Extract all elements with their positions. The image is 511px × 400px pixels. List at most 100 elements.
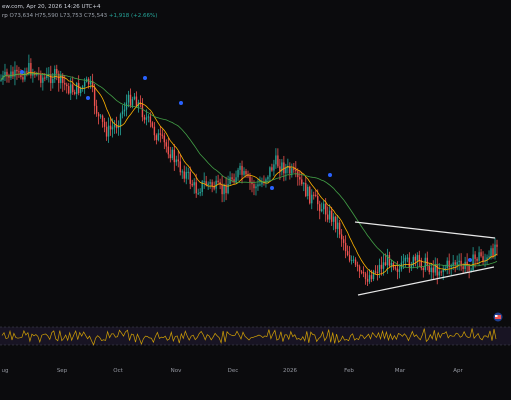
candle-body [326,214,329,220]
candle-body [368,275,371,282]
signal-marker [86,96,90,100]
candle-body [490,248,492,257]
candle-body [360,271,363,273]
candle-body [125,102,128,110]
candle-body [271,167,273,171]
candle-body [340,234,343,240]
candle-body [319,204,321,212]
candle-body [478,252,480,261]
candle-body [358,266,361,272]
candle [147,114,150,123]
candle [243,167,245,177]
candle [169,146,172,163]
candle [323,200,325,215]
candle-body [269,167,271,177]
candle [34,70,36,78]
candle [311,189,313,210]
candle [235,170,237,184]
candle-body [113,125,116,128]
candle-body [323,203,325,210]
candle [466,253,468,272]
candle [191,179,193,188]
candle-body [426,257,428,266]
candle-body [26,71,28,73]
candle-body [328,210,331,220]
candles-layer [0,54,498,286]
candle [348,246,351,263]
candle [175,155,177,166]
candle-body [448,260,450,268]
candle-body [458,260,460,263]
candle-body [193,182,195,186]
candle [68,82,70,95]
candle [97,112,100,125]
candle [8,73,10,83]
candle-body [81,86,84,88]
candle [354,257,357,267]
candle [400,255,403,272]
candle [171,146,174,161]
candle-body [169,154,172,159]
candle-body [10,71,12,78]
candle [486,254,488,265]
candle-body [402,261,405,263]
candle-body [354,259,357,265]
candle-body [416,255,419,261]
candle [326,206,329,223]
candle [285,163,287,181]
candle-body [209,182,211,184]
candle-body [207,183,209,186]
candle [221,175,223,203]
candle-body [241,165,243,175]
candle [225,176,227,201]
candle-body [189,171,191,184]
candle [201,180,203,196]
candle [40,70,42,88]
candle-body [299,177,301,180]
candle-body [336,222,339,229]
candle-body [181,171,183,173]
candle [309,185,311,205]
ma-fast-line [0,72,498,276]
candle [436,258,438,285]
candle-body [446,260,448,269]
candle-body [394,267,397,269]
candle [10,65,12,80]
candle-body [153,126,156,136]
candle-body [436,264,438,276]
candle [307,184,309,200]
candle-body [191,183,193,186]
candle-body [75,83,78,94]
candle [62,73,64,92]
candle [167,137,170,159]
candle [209,179,211,189]
candle-body [330,210,333,222]
candle-body [303,183,305,185]
candle-body [307,186,309,197]
candle [12,66,14,79]
candle-body [99,115,102,117]
candle-body [462,266,464,270]
candle [366,270,369,286]
candle [275,148,277,169]
candle [133,93,136,101]
candle-body [422,268,424,270]
x-tick-label: Apr [453,368,463,374]
candle [412,254,415,269]
candle-body [175,159,177,163]
candlestick-chart[interactable]: ug Sep Oct Nov Dec 2026 Feb Mar Apr [0,0,511,400]
candle [251,177,253,193]
candle [173,143,175,171]
candle [107,117,110,143]
candle-body [107,125,110,137]
candle [352,255,355,264]
candle-body [4,71,6,76]
candle-body [390,262,393,266]
candle-body [277,155,279,167]
candle [388,251,391,268]
candle-body [227,184,229,194]
x-tick-label: 2026 [283,368,297,374]
candle [113,120,116,134]
candle [241,160,243,184]
candle [360,269,363,275]
